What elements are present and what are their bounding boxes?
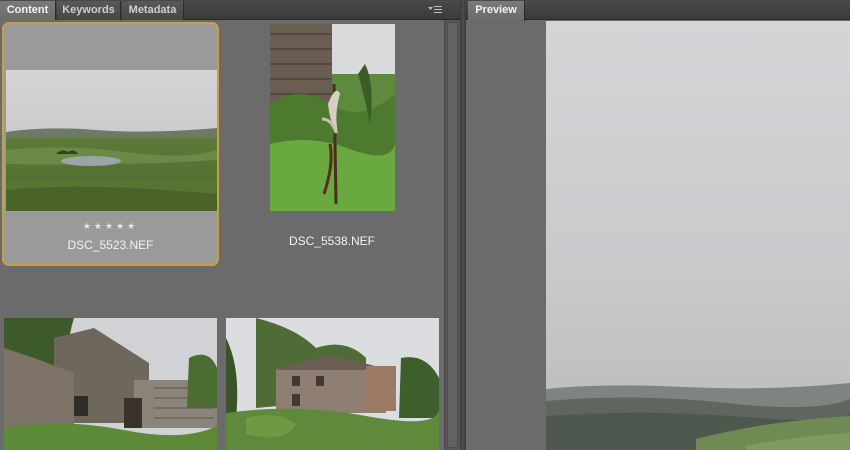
scrollbar-thumb[interactable] [447,22,458,448]
content-scrollbar[interactable] [444,20,460,450]
tab-keywords[interactable]: Keywords [57,1,121,20]
thumbnail-filename: DSC_5538.NEF [288,234,376,248]
content-panel-tabbar: Content Keywords Metadata [0,0,460,21]
content-panel: Content Keywords Metadata ★★★★★ DSC_5523… [0,0,460,450]
thumbnail-dsc-5523[interactable]: ★★★★★ DSC_5523.NEF [2,22,219,266]
thumbnail-ruin-building[interactable] [4,318,217,450]
star-rating[interactable]: ★★★★★ [4,221,217,232]
tab-metadata[interactable]: Metadata [122,1,184,20]
preview-panel-tabbar: Preview [466,0,850,21]
thumbnail-dsc-5538[interactable]: DSC_5538.NEF [222,20,442,266]
thumbnail-grid: ★★★★★ DSC_5523.NEF DSC_5538.NEF [0,20,444,450]
thumbnail-image [226,318,439,450]
thumbnail-image [270,24,395,211]
tab-preview[interactable]: Preview [468,1,525,21]
thumbnail-image [4,318,217,450]
preview-panel: Preview [466,0,850,450]
thumbnail-filename: DSC_5523.NEF [67,238,154,252]
panel-menu-icon[interactable] [428,4,442,16]
tab-content[interactable]: Content [0,1,56,21]
thumbnail-image [6,70,217,211]
thumbnail-farmhouse[interactable] [226,318,439,450]
preview-image[interactable] [546,21,850,450]
